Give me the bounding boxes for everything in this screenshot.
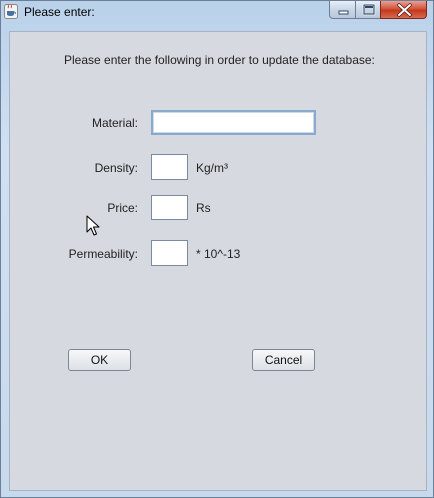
material-label: Material: [91, 116, 138, 130]
material-input[interactable] [151, 110, 316, 135]
permeability-unit: * 10^-13 [196, 247, 241, 261]
dialog-window: Please enter: Please enter the following… [0, 0, 434, 498]
maximize-icon [362, 3, 376, 16]
instruction-text: Please enter the following in order to u… [64, 53, 375, 67]
density-label: Density: [94, 161, 138, 175]
ok-button[interactable]: OK [68, 349, 131, 371]
permeability-input[interactable] [151, 240, 188, 266]
density-unit: Kg/m³ [196, 161, 229, 175]
window-title: Please enter: [24, 5, 95, 19]
close-button[interactable] [380, 1, 427, 19]
cancel-button[interactable]: Cancel [252, 349, 315, 371]
price-label: Price: [107, 201, 138, 215]
close-icon [397, 3, 412, 17]
mouse-pointer-icon [86, 215, 100, 236]
density-input[interactable] [151, 154, 188, 180]
price-unit: Rs [196, 201, 211, 215]
permeability-label: Permeability: [68, 247, 138, 261]
minimize-icon [338, 10, 349, 15]
dialog-content-panel: Please enter the following in order to u… [9, 31, 427, 491]
minimize-button[interactable] [329, 1, 356, 19]
title-bar[interactable]: Please enter: [1, 1, 433, 23]
maximize-button[interactable] [355, 1, 381, 19]
price-input[interactable] [151, 195, 188, 220]
java-cup-icon [4, 4, 18, 19]
